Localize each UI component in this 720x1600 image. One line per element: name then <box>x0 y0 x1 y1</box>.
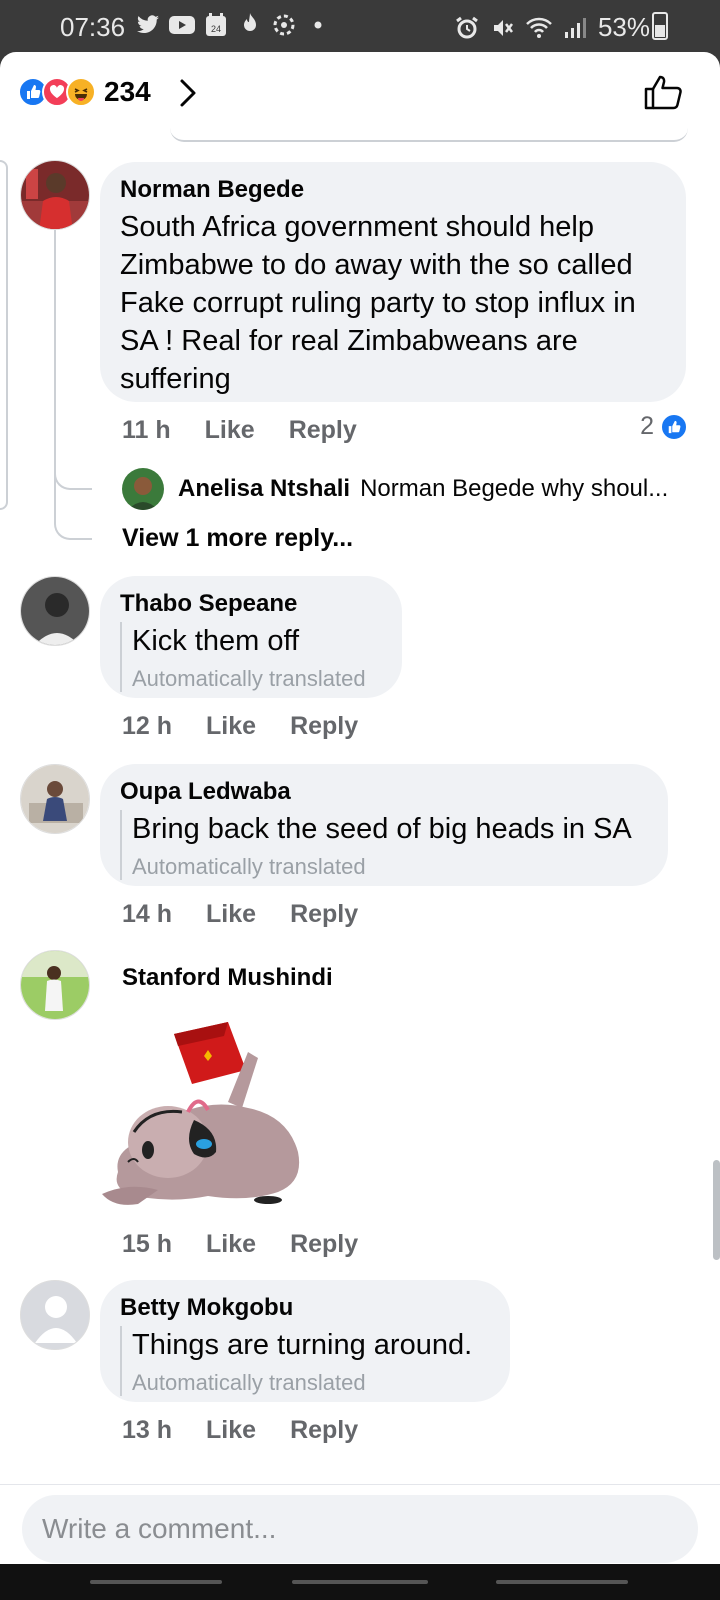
comment-bubble[interactable]: Norman Begede South Africa government sh… <box>100 162 686 402</box>
dot-icon <box>305 12 331 38</box>
alarm-icon <box>454 15 480 41</box>
comment-author[interactable]: Betty Mokgobu <box>120 1294 490 1322</box>
twitter-icon <box>135 12 161 38</box>
haha-reaction-icon <box>66 77 96 107</box>
comment-composer-bar <box>0 1484 720 1564</box>
svg-text:24: 24 <box>211 24 221 34</box>
battery-percent: 53% <box>597 12 650 42</box>
comment-author[interactable]: Norman Begede <box>120 176 666 204</box>
comment-time[interactable]: 13 h <box>122 1416 172 1445</box>
comment-time[interactable]: 14 h <box>122 900 172 929</box>
status-time: 07:36 <box>60 12 126 42</box>
translation-note[interactable]: Automatically translated <box>132 666 382 692</box>
status-bar: 07:36 24 53% <box>0 0 720 52</box>
translation-block: Things are turning around. Automatically… <box>120 1326 490 1396</box>
chevron-right-icon[interactable] <box>178 78 198 113</box>
comment-bubble[interactable]: Betty Mokgobu Things are turning around.… <box>100 1280 510 1402</box>
comment-bubble[interactable]: Oupa Ledwaba Bring back the seed of big … <box>100 764 668 886</box>
like-button[interactable]: Like <box>206 1416 256 1445</box>
comment-text: Bring back the seed of big heads in SA <box>132 813 632 845</box>
avatar[interactable] <box>122 468 164 510</box>
wifi-icon <box>526 15 552 41</box>
fire-icon <box>237 12 263 38</box>
status-notification-icons: 24 <box>135 12 331 38</box>
like-count-text: 2 <box>640 412 654 440</box>
mute-icon <box>490 15 516 41</box>
like-button[interactable]: Like <box>206 900 256 929</box>
comment-bubble[interactable]: Thabo Sepeane Kick them off Automaticall… <box>100 576 402 698</box>
view-more-replies-link[interactable]: View 1 more reply... <box>122 524 353 553</box>
reactions-summary[interactable]: 234 <box>18 76 151 108</box>
thread-line <box>0 160 8 510</box>
comment-text: Things are turning around. <box>132 1329 473 1361</box>
comment-text: South Africa government should help Zimb… <box>120 211 636 395</box>
comment-input[interactable] <box>22 1495 698 1563</box>
like-button[interactable]: Like <box>205 416 255 445</box>
like-badge-icon <box>660 412 688 441</box>
like-button[interactable]: Like <box>206 712 256 741</box>
divider <box>170 128 688 142</box>
reply-button[interactable]: Reply <box>290 1230 358 1259</box>
sticker-image[interactable] <box>98 1012 318 1212</box>
like-button[interactable]: Like <box>206 1230 256 1259</box>
avatar[interactable] <box>20 576 90 646</box>
reply-connector <box>54 230 92 540</box>
comment-author[interactable]: Oupa Ledwaba <box>120 778 648 806</box>
nav-recents-button[interactable] <box>90 1580 222 1584</box>
scrollbar-thumb[interactable] <box>713 1160 720 1260</box>
comment-time[interactable]: 12 h <box>122 712 172 741</box>
avatar[interactable] <box>20 1280 90 1350</box>
comment-actions: 12 h Like Reply <box>122 712 358 741</box>
translation-block: Kick them off Automatically translated <box>120 622 382 692</box>
nav-back-button[interactable] <box>496 1580 628 1584</box>
comment-actions: 11 h Like Reply <box>122 416 357 445</box>
comment-like-count[interactable]: 2 <box>640 412 688 441</box>
comment-actions: 13 h Like Reply <box>122 1416 358 1445</box>
comment-author[interactable]: Thabo Sepeane <box>120 590 382 618</box>
comment-time[interactable]: 15 h <box>122 1230 172 1259</box>
comment-time[interactable]: 11 h <box>122 416 171 445</box>
comment-text: Kick them off <box>132 625 300 657</box>
reactions-header: 234 <box>0 52 720 132</box>
signal-icon <box>562 15 588 41</box>
comment-author[interactable]: Stanford Mushindi <box>122 964 333 992</box>
reply-button[interactable]: Reply <box>290 712 358 741</box>
translation-block: Bring back the seed of big heads in SA A… <box>120 810 648 880</box>
thumbs-up-icon[interactable] <box>644 74 682 115</box>
avatar[interactable] <box>20 160 90 230</box>
reaction-count: 234 <box>104 76 151 107</box>
battery-icon <box>652 12 668 40</box>
reply-button[interactable]: Reply <box>290 1416 358 1445</box>
translation-note[interactable]: Automatically translated <box>132 854 648 880</box>
calendar-icon: 24 <box>203 12 229 38</box>
nav-home-button[interactable] <box>292 1580 428 1584</box>
settings-icon <box>271 12 297 38</box>
reply-author[interactable]: Anelisa Ntshali <box>178 475 350 503</box>
reply-button[interactable]: Reply <box>290 900 358 929</box>
system-nav-bar <box>0 1564 720 1600</box>
status-system-icons: 53% <box>454 12 650 43</box>
reply-text: Norman Begede why shoul... <box>360 475 669 502</box>
reply-preview[interactable]: Anelisa Ntshali Norman Begede why shoul.… <box>122 468 692 510</box>
comment-actions: 15 h Like Reply <box>122 1230 358 1259</box>
youtube-icon <box>169 12 195 38</box>
reply-button[interactable]: Reply <box>289 416 357 445</box>
avatar[interactable] <box>20 764 90 834</box>
comment-actions: 14 h Like Reply <box>122 900 358 929</box>
comments-sheet: 234 Norman Begede South Africa governmen… <box>0 52 720 1564</box>
avatar[interactable] <box>20 950 90 1020</box>
translation-note[interactable]: Automatically translated <box>132 1370 490 1396</box>
